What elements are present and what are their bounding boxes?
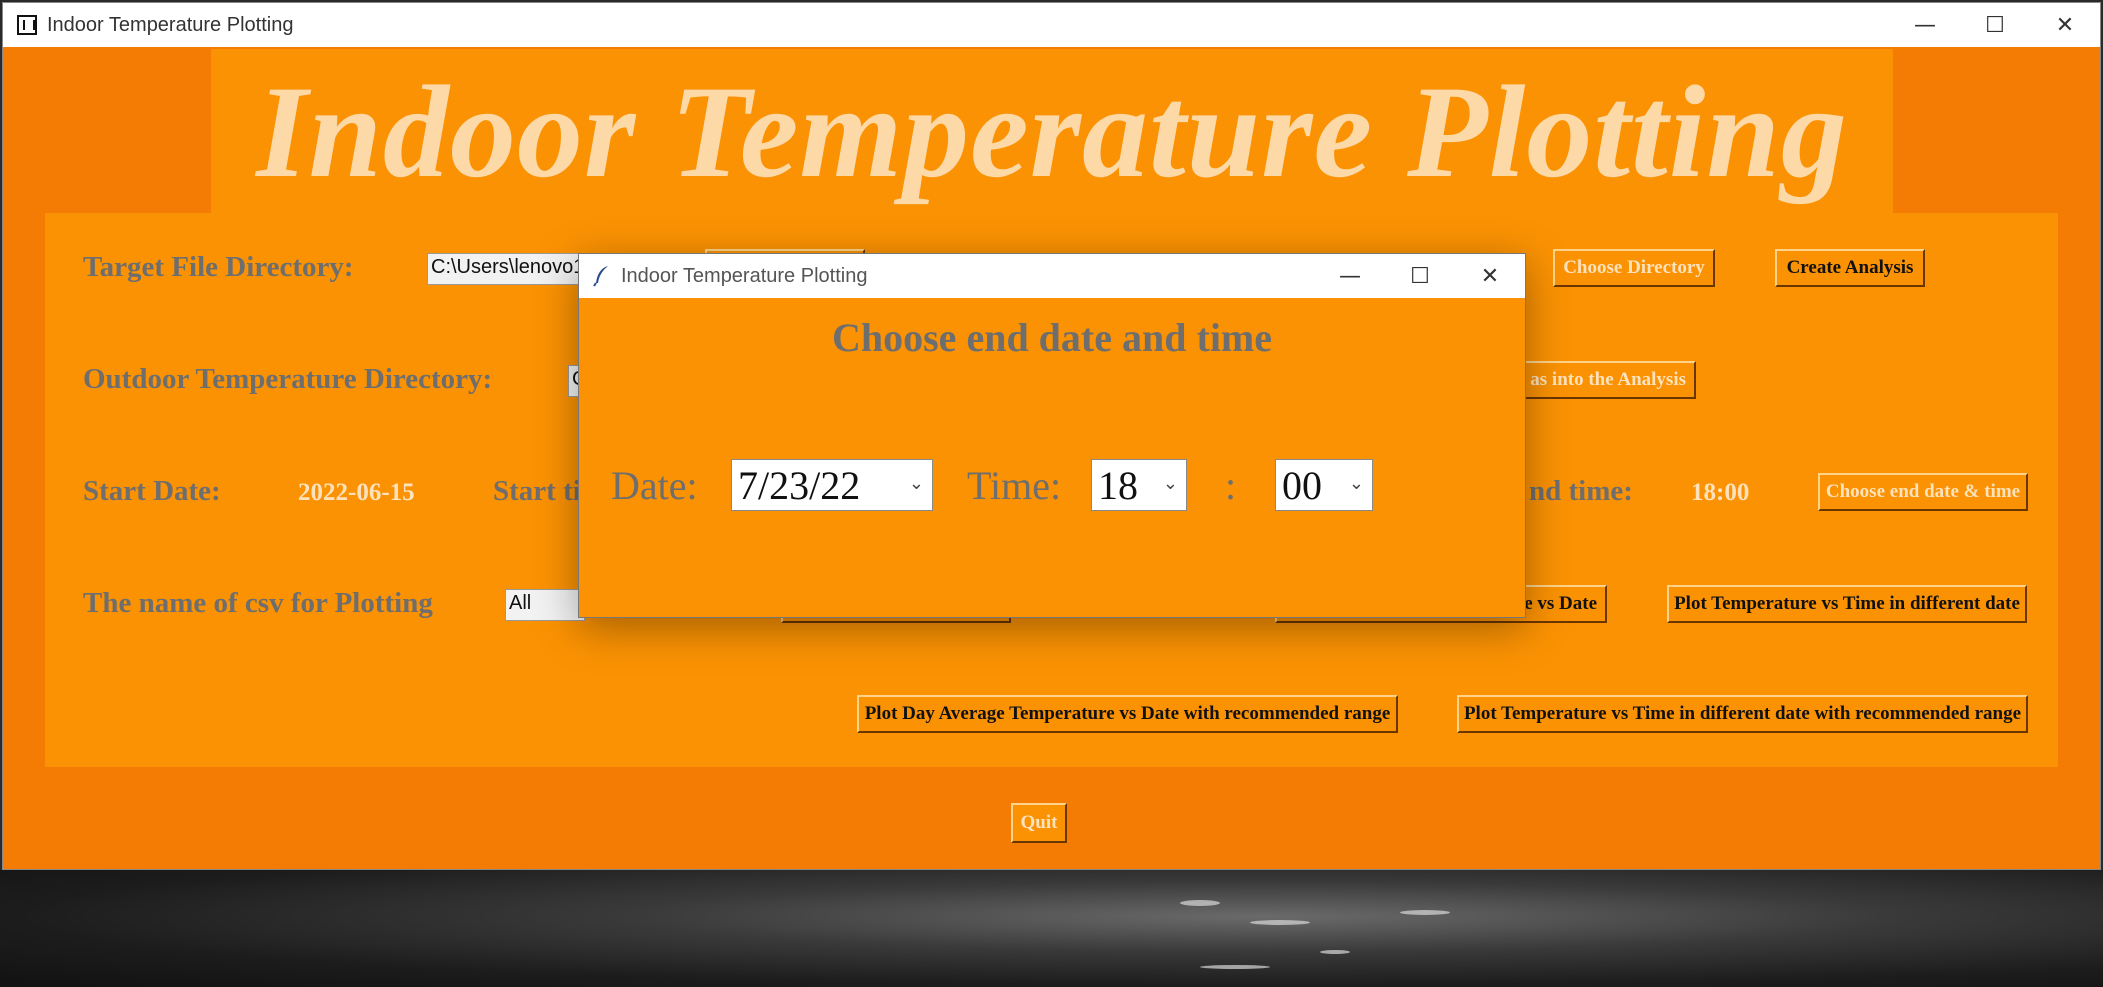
window-controls: — ☐ ✕ — [1890, 3, 2100, 47]
time-separator: : — [1225, 463, 1237, 508]
date-picker[interactable]: 7/23/22 ⌄ — [731, 459, 933, 511]
chevron-down-icon: ⌄ — [1162, 473, 1178, 494]
quit-button[interactable]: Quit — [1011, 803, 1067, 843]
csv-name-select[interactable]: All — [505, 589, 585, 621]
dialog-titlebar: Indoor Temperature Plotting — ☐ ✕ — [579, 254, 1525, 298]
outdoor-dir-label: Outdoor Temperature Directory: — [83, 363, 493, 395]
dialog-close-button[interactable]: ✕ — [1455, 254, 1525, 298]
start-date-label: Start Date: — [83, 475, 221, 507]
start-date-value: 2022-06-15 — [298, 479, 415, 506]
minimize-button[interactable]: — — [1890, 3, 1960, 47]
date-label: Date: — [611, 463, 698, 508]
end-datetime-dialog: Indoor Temperature Plotting — ☐ ✕ Choose… — [578, 253, 1526, 618]
start-time-label: Start ti — [493, 475, 581, 507]
desktop-wallpaper — [0, 870, 2103, 987]
dialog-heading: Choose end date and time — [831, 315, 1273, 360]
target-dir-label: Target File Directory: — [83, 251, 354, 283]
chevron-down-icon: ⌄ — [908, 473, 924, 494]
end-time-label: nd time: — [1529, 475, 1633, 507]
close-button[interactable]: ✕ — [2030, 3, 2100, 47]
plot-time-different-date-range-button[interactable]: Plot Temperature vs Time in different da… — [1457, 695, 2028, 733]
dialog-title: Indoor Temperature Plotting — [621, 264, 868, 287]
window-title: Indoor Temperature Plotting — [47, 13, 294, 36]
date-value: 7/23/22 — [738, 462, 861, 508]
hour-value: 18 — [1098, 462, 1138, 508]
dialog-window-controls: — ☐ ✕ — [1315, 254, 1525, 298]
maximize-button[interactable]: ☐ — [1960, 3, 2030, 47]
minute-select[interactable]: 00 ⌄ — [1275, 459, 1373, 511]
minute-value: 00 — [1282, 462, 1322, 508]
banner: Indoor Temperature Plotting — [211, 49, 1893, 214]
main-titlebar: Indoor Temperature Plotting — ☐ ✕ — [3, 3, 2100, 47]
csv-name-label: The name of csv for Plotting — [83, 587, 433, 619]
create-analysis-button[interactable]: Create Analysis — [1775, 249, 1925, 287]
feather-icon — [593, 265, 611, 287]
app-icon — [17, 15, 37, 35]
plot-time-different-date-button[interactable]: Plot Temperature vs Time in different da… — [1667, 585, 2027, 623]
hour-select[interactable]: 18 ⌄ — [1091, 459, 1187, 511]
choose-end-datetime-button[interactable]: Choose end date & time — [1818, 473, 2028, 511]
add-outdoor-data-button[interactable]: as into the Analysis — [1503, 361, 1696, 399]
dialog-maximize-button[interactable]: ☐ — [1385, 254, 1455, 298]
dialog-minimize-button[interactable]: — — [1315, 254, 1385, 298]
banner-title: Indoor Temperature Plotting — [256, 58, 1848, 205]
time-label: Time: — [967, 463, 1062, 508]
chevron-down-icon: ⌄ — [1348, 473, 1364, 494]
choose-directory-button[interactable]: Choose Directory — [1553, 249, 1715, 287]
end-time-value: 18:00 — [1691, 479, 1750, 506]
plot-day-average-range-button[interactable]: Plot Day Average Temperature vs Date wit… — [857, 695, 1398, 733]
